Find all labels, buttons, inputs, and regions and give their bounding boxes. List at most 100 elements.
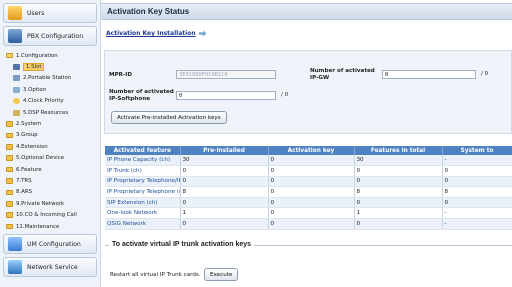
col-header: Activated feature	[105, 146, 181, 155]
tree-item-label: 8.ARS	[16, 189, 32, 196]
activation-table-wrap: Activated feature Pre-installed Activati…	[105, 146, 512, 230]
tree-item[interactable]: 3.Group	[0, 130, 100, 141]
col-header: System to	[442, 146, 512, 155]
virtual-section-title: To activate virtual IP trunk activation …	[109, 241, 255, 248]
feature-cell: IP Proprietary Telephone (ch)	[105, 186, 181, 198]
folder-icon	[6, 223, 13, 230]
table-row: SIP Extension (ch) 0 0 0 0	[105, 197, 512, 209]
folder-icon	[6, 212, 13, 218]
nav-pbx-configuration[interactable]: PBX Configuration	[3, 26, 97, 46]
tree-item-label: 1.Configuration	[16, 52, 58, 59]
table-row: QSIG Network 0 0 0-	[105, 218, 512, 230]
activation-table: Activated feature Pre-installed Activati…	[105, 146, 512, 230]
value-cell: -	[442, 218, 512, 230]
tree-item-label: 5.Optional Device	[16, 155, 65, 162]
tree-item-label: 9.Private Network	[16, 200, 65, 207]
value-cell: 0	[354, 165, 443, 177]
value-cell: 0	[268, 186, 355, 198]
feature-cell: One-look Network	[105, 207, 181, 220]
value-cell: 0	[180, 176, 269, 188]
tree-item-label: 4.Extension	[16, 143, 48, 150]
tree-item[interactable]: 4.Extension	[0, 141, 100, 152]
tree-item[interactable]: 4.Clock Priority	[0, 96, 100, 107]
value-cell: 30	[354, 155, 443, 167]
value-cell: 0	[180, 165, 269, 177]
nav-um-configuration[interactable]: UM Configuration	[3, 234, 97, 255]
tree-item[interactable]: 1.Slot	[0, 61, 100, 72]
value-cell: 0	[180, 218, 269, 230]
folder-icon	[6, 201, 13, 207]
feature-cell: QSIG Network	[105, 218, 181, 230]
value-cell: 8	[442, 186, 512, 198]
col-header: Features in total	[354, 146, 443, 155]
tree-item[interactable]: 11.Maintenance	[0, 221, 100, 232]
value-cell: 0	[442, 176, 512, 188]
activate-preinstalled-button[interactable]: Activate Pre-installed Activation keys	[111, 111, 227, 124]
nav-users[interactable]: Users	[3, 3, 97, 23]
tree-item[interactable]: 10.CO & Incoming Call	[0, 209, 100, 220]
activation-info-panel: MPR-ID 3E0180DF0C0B1C0 Number of activat…	[104, 50, 512, 134]
arrow-right-icon[interactable]	[198, 30, 207, 37]
tree-item-label: 3.Group	[16, 132, 38, 139]
value-cell: 0	[442, 197, 512, 209]
virtual-ip-trunk-section: To activate virtual IP trunk activation …	[105, 241, 512, 287]
page-title: Activation Key Status	[101, 3, 512, 20]
tree-item-label: 5.DSP Resources	[23, 109, 69, 116]
network-icon	[8, 260, 22, 275]
tree-item-label: 4.Clock Priority	[23, 98, 64, 105]
installation-link-row: Activation Key Installation	[101, 20, 512, 37]
value-cell: 1	[180, 207, 269, 220]
sidebar: Users PBX Configuration 1.Configuration 1…	[0, 0, 101, 287]
value-cell: 0	[354, 176, 443, 188]
col-header: Pre-installed	[180, 146, 269, 155]
activated-softphone-field[interactable]: 0	[176, 91, 276, 100]
tree-item-label: 10.CO & Incoming Call	[16, 212, 77, 219]
restart-label: Restart all virtual IP Trunk cards.	[110, 272, 201, 278]
table-header-row: Activated feature Pre-installed Activati…	[105, 146, 512, 155]
tree-item[interactable]: 8.ARS	[0, 187, 100, 198]
value-cell: 0	[268, 165, 355, 177]
nav-network-service[interactable]: Network Service	[3, 257, 97, 278]
col-header: Activation key	[268, 146, 355, 155]
value-cell: 0	[442, 165, 512, 177]
value-cell: 0	[180, 197, 269, 209]
folder-icon	[6, 132, 13, 139]
tree-item[interactable]: 2.System	[0, 118, 100, 129]
table-row: IP Trunk (ch) 0 0 0 0	[105, 165, 512, 177]
clock-icon	[13, 98, 20, 105]
value-cell: 0	[268, 155, 355, 167]
tree-item[interactable]: 5.Optional Device	[0, 153, 100, 164]
folder-icon	[6, 121, 13, 127]
value-cell: -	[442, 155, 512, 167]
activated-ipgw-suffix: / 0	[481, 71, 489, 77]
tree-item[interactable]: 2.Portable Station	[0, 73, 100, 84]
activated-softphone-label: Number of activated IP-Softphone	[109, 89, 174, 102]
option-icon	[13, 86, 20, 93]
activation-key-installation-link[interactable]: Activation Key Installation	[106, 30, 196, 37]
table-body: IP Phone Capacity (ch) 30 0 30- IP Trunk (ch…	[105, 155, 512, 230]
configuration-tree: 1.Configuration 1.Slot 2.Portable Station 3…	[0, 46, 100, 232]
execute-button[interactable]: Execute	[204, 268, 239, 281]
tree-item[interactable]: 3.Option	[0, 84, 100, 95]
nav-users-label: Users	[27, 9, 45, 17]
activated-softphone-suffix: / 0	[281, 92, 289, 98]
tree-item-label: 6.Feature	[16, 166, 42, 173]
value-cell: 0	[268, 197, 355, 209]
tree-item[interactable]: 1.Configuration	[0, 50, 100, 61]
folder-icon	[6, 166, 13, 173]
tree-item[interactable]: 5.DSP Resources	[0, 107, 100, 118]
value-cell: 8	[354, 186, 443, 198]
tree-item[interactable]: 7.TRS	[0, 175, 100, 186]
activated-ipgw-field[interactable]: 0	[382, 70, 476, 79]
tree-item-label: 11.Maintenance	[16, 223, 60, 230]
value-cell: 0	[268, 176, 355, 188]
mpr-id-label: MPR-ID	[109, 72, 133, 78]
value-cell: 0	[354, 218, 443, 230]
nav-um-label: UM Configuration	[27, 240, 81, 248]
tree-item[interactable]: 9.Private Network	[0, 198, 100, 209]
nav-pbx-label: PBX Configuration	[27, 32, 84, 40]
value-cell: 0	[268, 207, 355, 220]
value-cell: 1	[354, 207, 443, 220]
tree-item[interactable]: 6.Feature	[0, 164, 100, 175]
folder-icon	[6, 155, 13, 161]
